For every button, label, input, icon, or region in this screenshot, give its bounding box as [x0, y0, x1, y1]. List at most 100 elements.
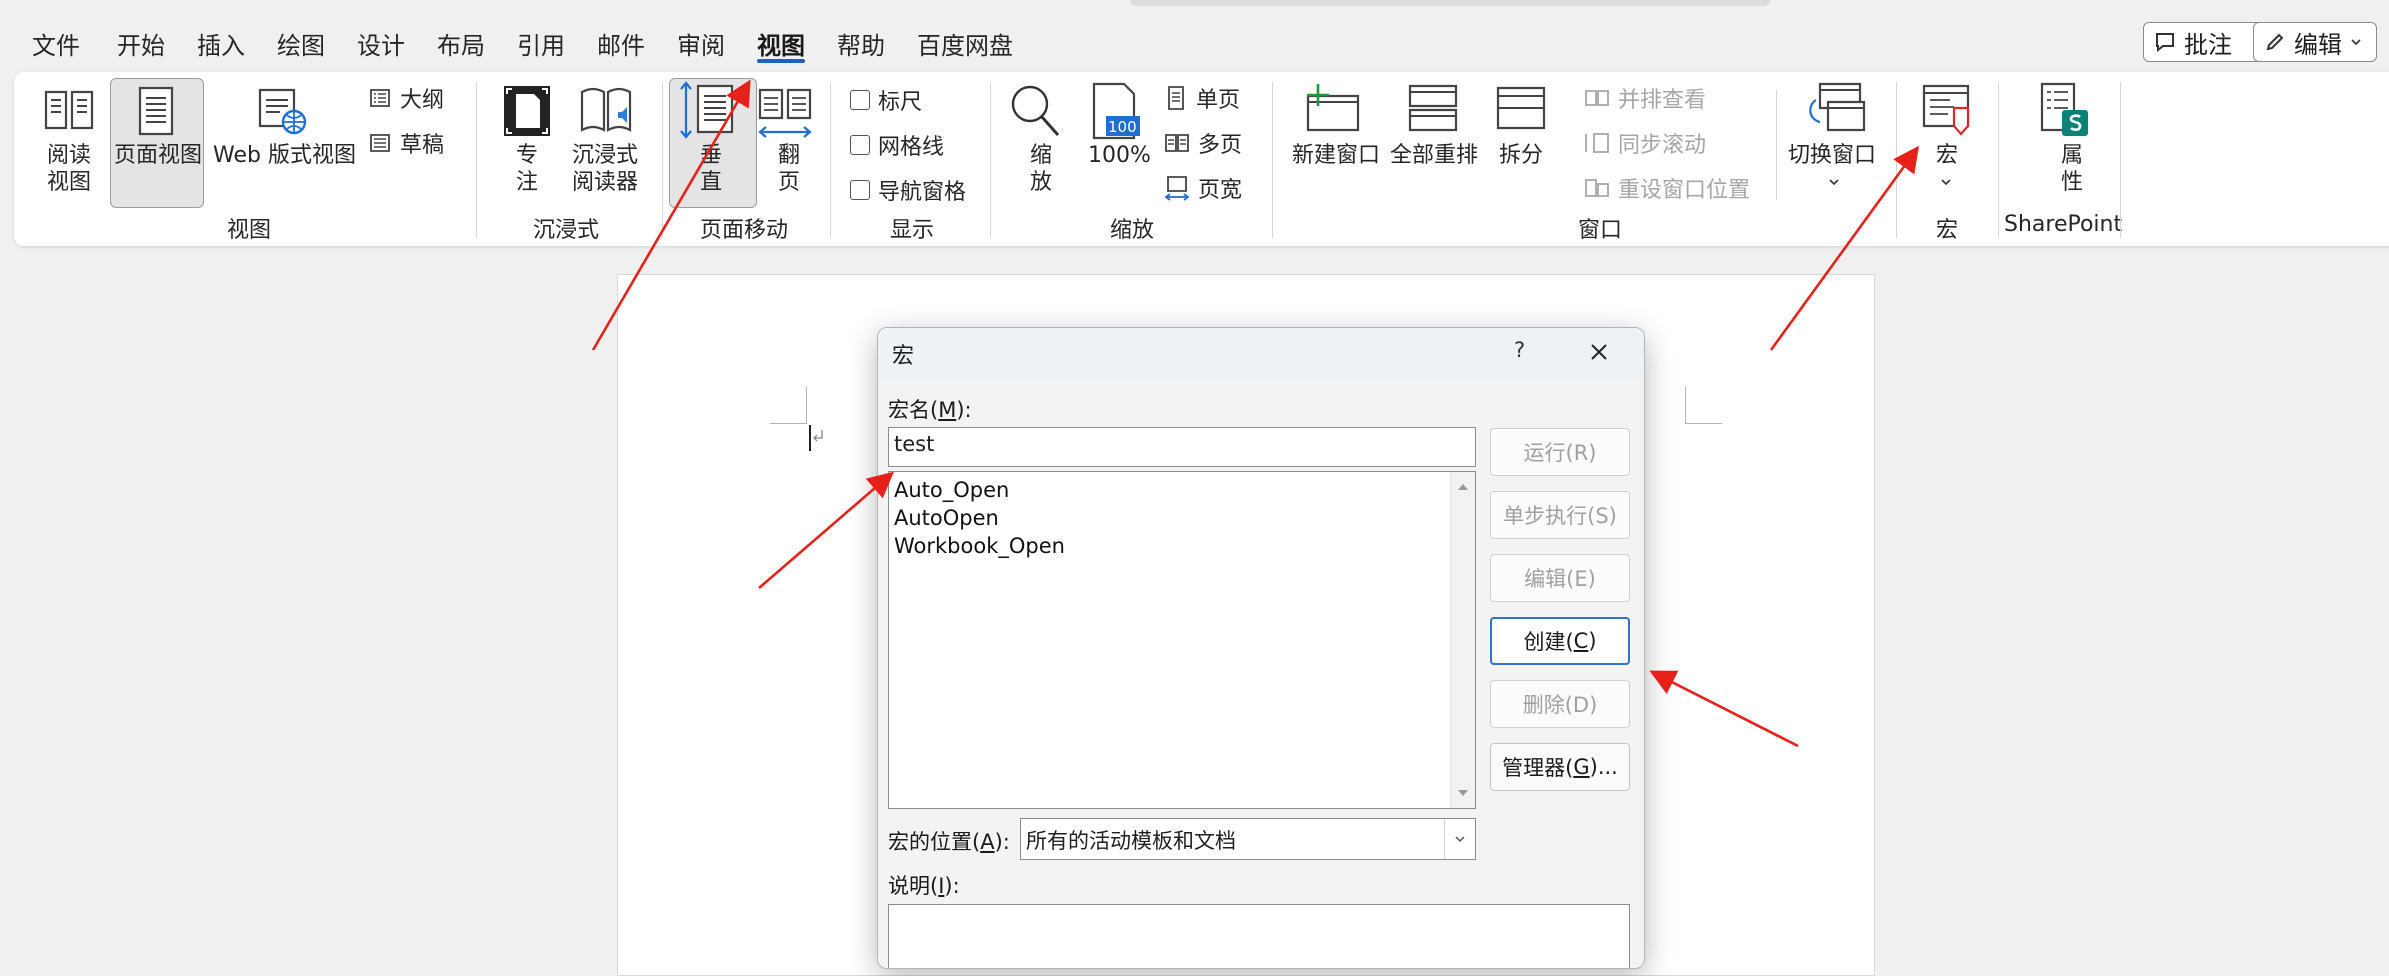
menu-mailings[interactable]: 邮件 [597, 26, 645, 61]
one-page-icon [1168, 86, 1184, 110]
edit-mode-button[interactable]: 编辑 [2253, 22, 2377, 62]
reset-window-position-button[interactable]: 重设窗口位置 [1584, 172, 1750, 204]
switch-windows-label: 切换窗口 [1788, 143, 1877, 168]
split-button[interactable] [1494, 82, 1548, 138]
macro-name-label: 宏名(M): [888, 398, 972, 422]
draft-button[interactable]: 草稿 [368, 127, 444, 159]
macro-list-scrollbar[interactable] [1450, 472, 1475, 808]
vertical-label-1: 垂 [700, 143, 723, 168]
switch-windows-button[interactable] [1806, 80, 1868, 140]
draft-label: 草稿 [400, 133, 445, 158]
organizer-button[interactable]: 管理器(G)... [1490, 743, 1630, 791]
text-cursor [809, 425, 811, 451]
menu-layout[interactable]: 布局 [437, 26, 485, 61]
macro-name-value: test [894, 432, 935, 456]
menu-help[interactable]: 帮助 [837, 26, 885, 61]
menu-review[interactable]: 审阅 [677, 26, 725, 61]
comment-icon [2156, 33, 2174, 53]
immersive-reader-button[interactable] [578, 84, 634, 142]
multiple-pages-button[interactable]: 多页 [1164, 127, 1242, 159]
menu-references[interactable]: 引用 [517, 26, 565, 61]
immersive-group-label: 沉浸式 [533, 218, 600, 243]
scroll-down-icon[interactable] [1457, 788, 1469, 798]
reset-window-position-label: 重设窗口位置 [1618, 178, 1751, 203]
web-layout-label: Web 版式视图 [213, 143, 356, 168]
read-mode-label-1: 阅读 [47, 143, 92, 168]
web-layout-icon [258, 88, 307, 135]
scroll-up-icon[interactable] [1457, 482, 1469, 492]
zoom-button[interactable] [1008, 82, 1064, 146]
properties-icon [2040, 82, 2088, 136]
macros-label: 宏 [1936, 143, 1959, 168]
navigation-pane-checkbox-box[interactable] [850, 180, 870, 200]
margin-corner-right [1685, 387, 1722, 424]
synchronous-scrolling-button[interactable]: 同步滚动 [1584, 127, 1706, 159]
navigation-pane-checkbox[interactable]: 导航窗格 [850, 174, 966, 206]
menu-insert[interactable]: 插入 [197, 26, 245, 61]
ruler-checkbox-box[interactable] [850, 90, 870, 110]
focus-button[interactable] [502, 84, 552, 142]
pencil-icon [2266, 33, 2284, 51]
page-width-button[interactable]: 页宽 [1164, 172, 1242, 204]
window-group-label: 窗口 [1578, 218, 1623, 243]
edit-button[interactable]: 编辑(E) [1490, 554, 1630, 602]
multiple-pages-label: 多页 [1198, 133, 1243, 158]
zoom-100-badge: 100 [1108, 118, 1137, 136]
zoom-100-button[interactable]: 100 [1090, 82, 1142, 140]
macro-list[interactable]: Auto_Open AutoOpen Workbook_Open [888, 471, 1476, 809]
side-to-side-button[interactable] [756, 86, 814, 146]
view-side-by-side-button[interactable]: 并排查看 [1584, 82, 1706, 114]
title-bar-edge [1130, 0, 1770, 6]
read-mode-button[interactable] [42, 86, 96, 138]
gridlines-label: 网格线 [878, 135, 945, 160]
macros-in-dropdown[interactable] [1444, 819, 1475, 859]
list-item[interactable]: Workbook_Open [894, 534, 1065, 558]
page-move-group-label: 页面移动 [700, 218, 789, 243]
group-separator [662, 82, 663, 238]
list-item[interactable]: AutoOpen [894, 506, 999, 530]
macros-button[interactable] [1920, 82, 1976, 142]
macros-in-select[interactable]: 所有的活动模板和文档 [1020, 818, 1476, 860]
chevron-down-icon [1455, 836, 1465, 843]
one-page-label: 单页 [1196, 88, 1241, 113]
menu-design[interactable]: 设计 [357, 26, 405, 61]
inner-separator [1776, 90, 1777, 200]
gridlines-checkbox-box[interactable] [850, 135, 870, 155]
group-separator [830, 82, 831, 238]
help-button[interactable]: ? [1514, 338, 1525, 362]
list-item[interactable]: Auto_Open [894, 478, 1009, 502]
zoom-label-1: 缩 [1030, 143, 1053, 168]
vertical-icon-wrap [678, 80, 738, 148]
close-icon[interactable] [1589, 342, 1609, 362]
delete-button[interactable]: 删除(D) [1490, 680, 1630, 728]
macros-in-value: 所有的活动模板和文档 [1026, 829, 1236, 853]
one-page-button[interactable]: 单页 [1164, 82, 1240, 114]
sharepoint-group-label: SharePoint [2004, 212, 2123, 237]
run-button[interactable]: 运行(R) [1490, 428, 1630, 476]
menu-baidu-netdisk[interactable]: 百度网盘 [917, 26, 1013, 61]
split-label: 拆分 [1499, 143, 1544, 168]
synchronous-scrolling-label: 同步滚动 [1618, 133, 1707, 158]
gridlines-checkbox[interactable]: 网格线 [850, 129, 944, 161]
menu-draw[interactable]: 绘图 [277, 26, 325, 61]
web-layout-button[interactable] [254, 86, 310, 140]
side-to-side-label-2: 页 [778, 170, 801, 195]
navigation-pane-label: 导航窗格 [878, 180, 967, 205]
step-into-button[interactable]: 单步执行(S) [1490, 491, 1630, 539]
description-label: 说明(I): [888, 874, 960, 898]
arrange-all-button[interactable] [1406, 82, 1460, 138]
print-layout-icon-wrap [136, 86, 176, 140]
ruler-checkbox[interactable]: 标尺 [850, 84, 922, 116]
properties-button[interactable] [2038, 82, 2090, 142]
switch-windows-icon [1809, 82, 1866, 132]
macro-name-input[interactable]: test [888, 427, 1476, 467]
menu-file[interactable]: 文件 [32, 26, 80, 61]
focus-label-2: 注 [516, 170, 539, 195]
outline-button[interactable]: 大纲 [368, 82, 444, 114]
new-window-button[interactable] [1304, 82, 1364, 138]
create-button[interactable]: 创建(C) [1490, 617, 1630, 665]
menu-view[interactable]: 视图 [757, 26, 805, 61]
edit-mode-label: 编辑 [2294, 30, 2342, 59]
view-group-label: 视图 [227, 218, 272, 243]
menu-home[interactable]: 开始 [117, 26, 165, 61]
